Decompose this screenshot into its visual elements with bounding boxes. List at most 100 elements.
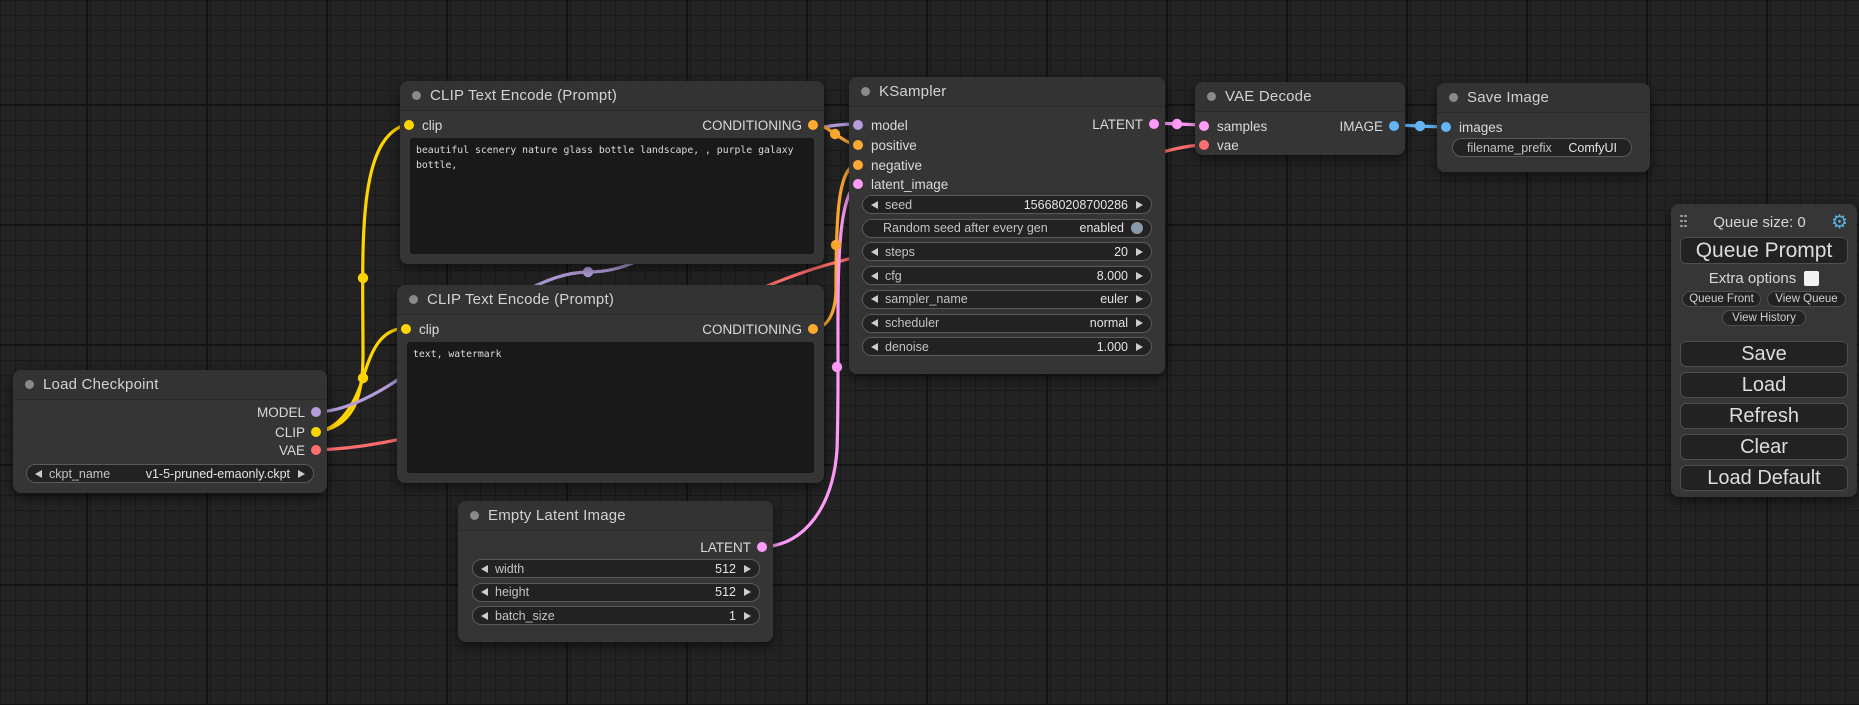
slot-dot-clip[interactable] <box>311 427 321 437</box>
view-queue-button[interactable]: View Queue <box>1767 291 1846 307</box>
slot-dot-clip[interactable] <box>404 120 414 130</box>
next-value-icon[interactable] <box>1136 343 1143 351</box>
input-slot-images: images <box>1437 117 1503 137</box>
prev-value-icon[interactable] <box>871 201 878 209</box>
sampler-name-widget[interactable]: sampler_name euler <box>862 290 1152 309</box>
prev-value-icon[interactable] <box>871 272 878 280</box>
prev-value-icon[interactable] <box>871 295 878 303</box>
scheduler-widget[interactable]: scheduler normal <box>862 314 1152 333</box>
cfg-widget[interactable]: cfg 8.000 <box>862 266 1152 285</box>
collapse-dot-icon[interactable] <box>1207 92 1216 101</box>
node-title-bar[interactable]: CLIP Text Encode (Prompt) <box>400 81 824 111</box>
filename-prefix-widget[interactable]: filename_prefix ComfyUI <box>1452 138 1632 157</box>
queue-size-label: Queue size: 0 <box>1688 214 1831 231</box>
positive-prompt-textarea[interactable]: beautiful scenery nature glass bottle la… <box>410 138 814 254</box>
output-slot-clip: CLIP <box>275 422 327 442</box>
slot-label: CLIP <box>275 425 305 440</box>
extra-options-label: Extra options <box>1709 270 1797 287</box>
next-value-icon[interactable] <box>744 588 751 596</box>
next-value-icon[interactable] <box>744 565 751 573</box>
slot-dot-clip[interactable] <box>401 324 411 334</box>
slot-dot-latent[interactable] <box>1149 119 1159 129</box>
node-title-bar[interactable]: CLIP Text Encode (Prompt) <box>397 285 824 315</box>
height-widget[interactable]: height 512 <box>472 583 760 602</box>
prev-value-icon[interactable] <box>35 470 42 478</box>
prev-value-icon[interactable] <box>481 612 488 620</box>
widget-value: euler <box>1100 292 1128 306</box>
queue-panel-header: Queue size: 0 ⚙ <box>1671 211 1857 233</box>
slot-dot-image[interactable] <box>1389 121 1399 131</box>
collapse-dot-icon[interactable] <box>470 511 479 520</box>
view-history-button[interactable]: View History <box>1722 310 1806 326</box>
next-value-icon[interactable] <box>298 470 305 478</box>
node-graph-canvas[interactable]: Load Checkpoint MODEL CLIP VAE ckpt_name… <box>0 0 1859 705</box>
prev-value-icon[interactable] <box>481 588 488 596</box>
toggle-on-icon[interactable] <box>1131 222 1143 234</box>
width-widget[interactable]: width 512 <box>472 559 760 578</box>
node-title-bar[interactable]: Empty Latent Image <box>458 501 773 531</box>
link-midpoint-dot <box>358 273 368 283</box>
slot-label: clip <box>419 322 439 337</box>
node-title-bar[interactable]: KSampler <box>849 77 1165 107</box>
widget-label: Random seed after every gen <box>883 221 1048 235</box>
next-value-icon[interactable] <box>1136 272 1143 280</box>
prev-value-icon[interactable] <box>481 565 488 573</box>
next-value-icon[interactable] <box>1136 319 1143 327</box>
slot-dot-latent[interactable] <box>1199 121 1209 131</box>
queue-prompt-button[interactable]: Queue Prompt <box>1680 237 1848 264</box>
widget-label: filename_prefix <box>1467 141 1552 155</box>
denoise-widget[interactable]: denoise 1.000 <box>862 337 1152 356</box>
queue-front-button[interactable]: Queue Front <box>1682 291 1761 307</box>
slot-dot-image[interactable] <box>1441 122 1451 132</box>
input-slot-vae: vae <box>1195 135 1239 155</box>
input-slot-positive: positive <box>849 135 917 155</box>
slot-dot-latent[interactable] <box>853 179 863 189</box>
collapse-dot-icon[interactable] <box>409 295 418 304</box>
drag-handle-icon[interactable] <box>1680 215 1688 230</box>
load-button[interactable]: Load <box>1680 372 1848 398</box>
slot-dot-vae[interactable] <box>1199 140 1209 150</box>
link-midpoint-dot <box>830 129 840 139</box>
slot-dot-vae[interactable] <box>311 445 321 455</box>
slot-dot-model[interactable] <box>853 120 863 130</box>
next-value-icon[interactable] <box>1136 295 1143 303</box>
output-slot-conditioning: CONDITIONING <box>702 115 824 135</box>
next-value-icon[interactable] <box>1136 248 1143 256</box>
widget-value: ComfyUI <box>1568 141 1617 155</box>
prev-value-icon[interactable] <box>871 248 878 256</box>
link-midpoint-dot <box>1415 121 1425 131</box>
collapse-dot-icon[interactable] <box>861 87 870 96</box>
refresh-button[interactable]: Refresh <box>1680 403 1848 429</box>
prev-value-icon[interactable] <box>871 343 878 351</box>
collapse-dot-icon[interactable] <box>1449 93 1458 102</box>
collapse-dot-icon[interactable] <box>412 91 421 100</box>
node-title-bar[interactable]: VAE Decode <box>1195 82 1405 112</box>
slot-dot-conditioning[interactable] <box>853 140 863 150</box>
slot-label: samples <box>1217 119 1267 134</box>
ckpt-name-widget[interactable]: ckpt_name v1-5-pruned-emaonly.ckpt <box>26 464 314 483</box>
gear-icon[interactable]: ⚙ <box>1831 213 1848 232</box>
random-seed-toggle-widget[interactable]: Random seed after every gen enabled <box>862 219 1152 238</box>
batch-size-widget[interactable]: batch_size 1 <box>472 606 760 625</box>
prev-value-icon[interactable] <box>871 319 878 327</box>
collapse-dot-icon[interactable] <box>25 380 34 389</box>
load-default-button[interactable]: Load Default <box>1680 465 1848 491</box>
slot-dot-conditioning[interactable] <box>853 160 863 170</box>
clear-button[interactable]: Clear <box>1680 434 1848 460</box>
steps-widget[interactable]: steps 20 <box>862 242 1152 261</box>
slot-dot-conditioning[interactable] <box>808 120 818 130</box>
slot-dot-conditioning[interactable] <box>808 324 818 334</box>
slot-dot-model[interactable] <box>311 407 321 417</box>
slot-dot-latent[interactable] <box>757 542 767 552</box>
slot-label: negative <box>871 158 922 173</box>
node-title-bar[interactable]: Save Image <box>1437 83 1650 113</box>
next-value-icon[interactable] <box>1136 201 1143 209</box>
negative-prompt-textarea[interactable]: text, watermark <box>407 342 814 473</box>
save-button[interactable]: Save <box>1680 341 1848 367</box>
node-title-bar[interactable]: Load Checkpoint <box>13 370 327 400</box>
extra-options-checkbox[interactable] <box>1804 271 1819 286</box>
node-title: KSampler <box>879 83 946 100</box>
widget-label: ckpt_name <box>49 467 110 481</box>
seed-widget[interactable]: seed 156680208700286 <box>862 195 1152 214</box>
next-value-icon[interactable] <box>744 612 751 620</box>
